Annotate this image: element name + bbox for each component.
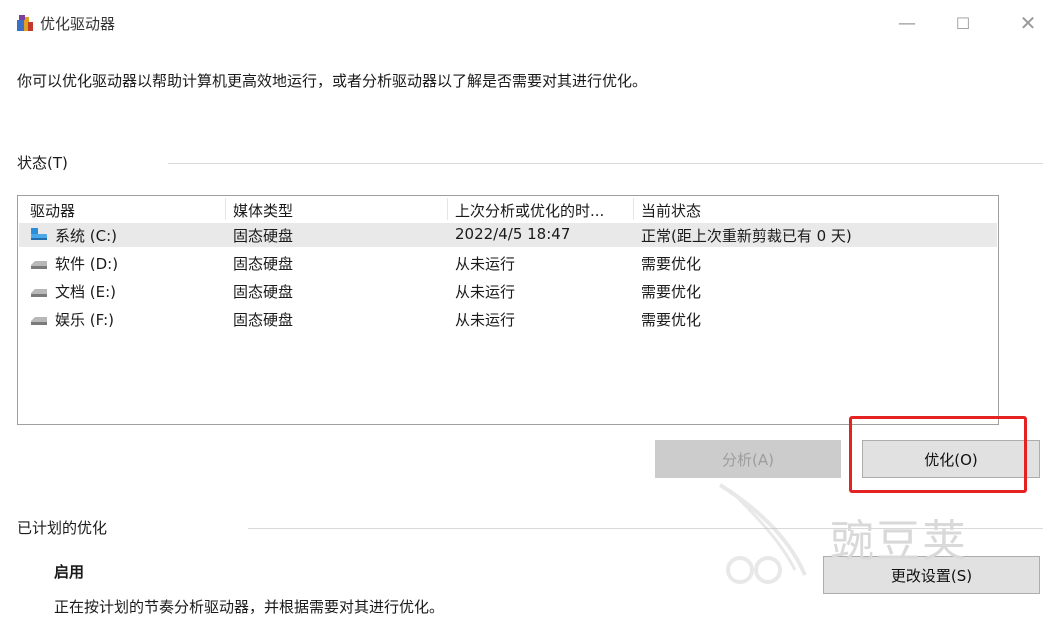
media-type: 固态硬盘 — [233, 255, 294, 273]
drive-name: 娱乐 (F:) — [55, 311, 114, 329]
status-label: 状态(T) — [17, 154, 68, 172]
column-header-drive[interactable]: 驱动器 — [30, 200, 75, 221]
highlight-box — [849, 416, 1027, 493]
table-row-c[interactable]: 系统 (C:) 固态硬盘 2022/4/5 18:47 正常(距上次重新剪裁已有… — [19, 223, 997, 247]
drive-icon — [31, 289, 47, 297]
table-row-f[interactable]: 娱乐 (F:) 固态硬盘 从未运行 需要优化 — [19, 307, 997, 331]
column-header-media[interactable]: 媒体类型 — [233, 200, 293, 221]
schedule-description: 正在按计划的节奏分析驱动器，并根据需要对其进行优化。 — [54, 598, 445, 616]
drive-icon — [31, 261, 47, 269]
defrag-app-icon — [17, 15, 33, 31]
drive-name: 文档 (E:) — [55, 283, 117, 301]
column-divider[interactable] — [633, 198, 634, 220]
watermark-text: 豌豆荚 — [830, 516, 968, 567]
last-run: 从未运行 — [455, 283, 516, 301]
media-type: 固态硬盘 — [233, 311, 294, 329]
analyze-button[interactable]: 分析(A) — [655, 440, 841, 478]
last-run: 从未运行 — [455, 255, 516, 273]
title-bar: 优化驱动器 — ☐ ✕ — [0, 0, 1053, 46]
drives-table: 驱动器 媒体类型 上次分析或优化的时... 当前状态 系统 (C:) 固态硬盘 … — [17, 195, 999, 425]
column-divider[interactable] — [447, 198, 448, 220]
system-drive-icon — [31, 228, 47, 240]
drive-name: 软件 (D:) — [55, 255, 119, 273]
window-title: 优化驱动器 — [40, 15, 116, 33]
table-row-e[interactable]: 文档 (E:) 固态硬盘 从未运行 需要优化 — [19, 279, 997, 303]
page-description: 你可以优化驱动器以帮助计算机更高效地运行，或者分析驱动器以了解是否需要对其进行优… — [17, 72, 648, 90]
close-button[interactable]: ✕ — [1005, 8, 1051, 38]
media-type: 固态硬盘 — [233, 283, 294, 301]
minimize-button[interactable]: — — [884, 8, 930, 38]
last-run: 从未运行 — [455, 311, 516, 329]
column-header-last-run[interactable]: 上次分析或优化的时... — [455, 200, 604, 221]
current-status: 需要优化 — [641, 283, 702, 301]
column-header-status[interactable]: 当前状态 — [641, 200, 701, 221]
last-run: 2022/4/5 18:47 — [455, 225, 571, 243]
schedule-state: 启用 — [54, 563, 85, 581]
current-status: 需要优化 — [641, 311, 702, 329]
status-divider — [168, 163, 1043, 164]
table-row-d[interactable]: 软件 (D:) 固态硬盘 从未运行 需要优化 — [19, 251, 997, 275]
scheduled-label: 已计划的优化 — [17, 519, 108, 537]
current-status: 需要优化 — [641, 255, 702, 273]
drive-icon — [31, 317, 47, 325]
maximize-button[interactable]: ☐ — [940, 8, 986, 38]
column-divider[interactable] — [225, 198, 226, 220]
drive-name: 系统 (C:) — [55, 227, 117, 245]
current-status: 正常(距上次重新剪裁已有 0 天) — [641, 227, 852, 245]
media-type: 固态硬盘 — [233, 227, 294, 245]
